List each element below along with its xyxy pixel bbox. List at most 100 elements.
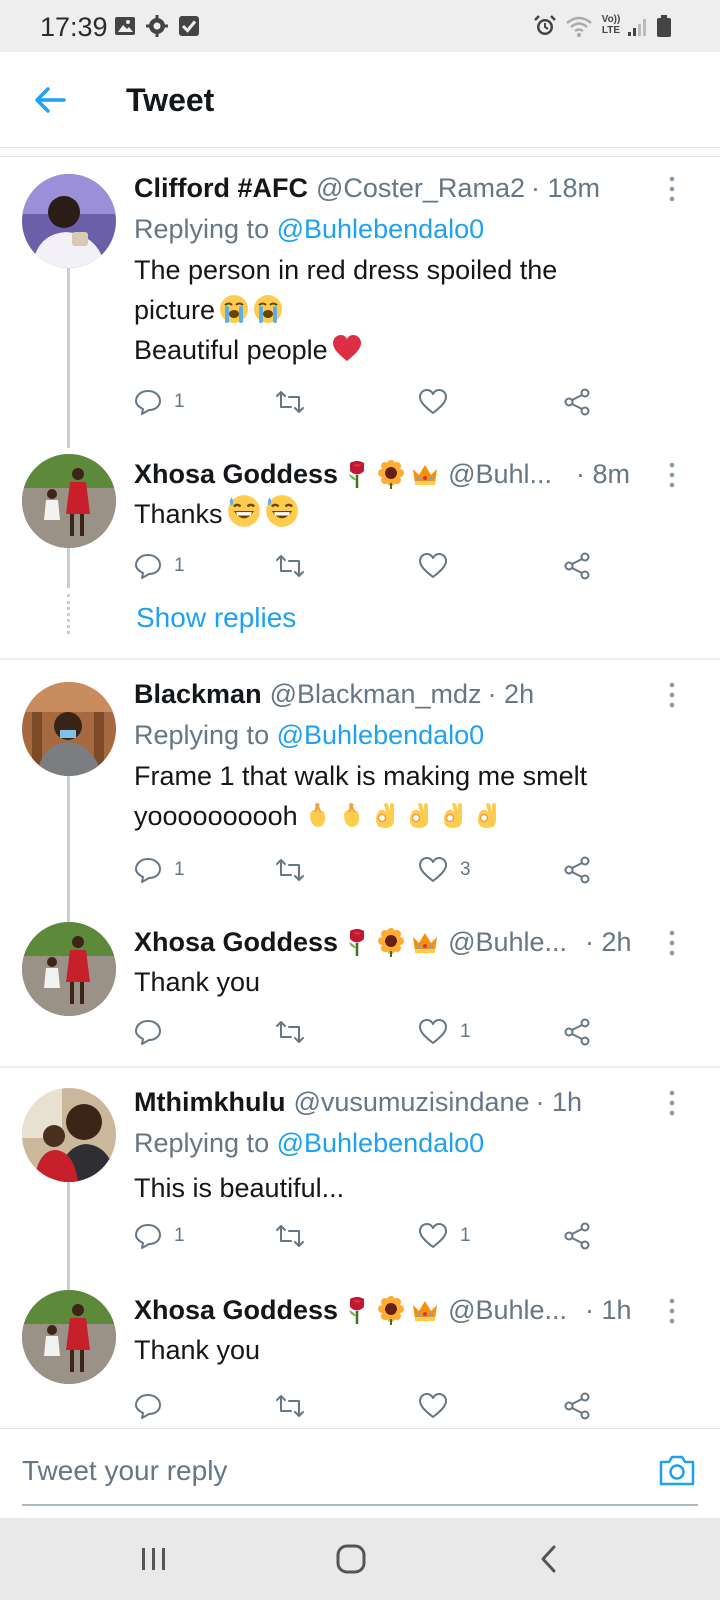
retweet-icon <box>276 1021 304 1043</box>
mention-link[interactable]: @Buhlebendalo0 <box>277 214 485 244</box>
like-button[interactable] <box>418 546 460 586</box>
share-button[interactable] <box>562 1386 592 1426</box>
network-label: Vo)) LTE <box>601 14 621 36</box>
author-handle[interactable]: @Blackman_mdz <box>270 679 482 710</box>
like-button[interactable]: 1 <box>418 1012 471 1052</box>
divider <box>0 1066 720 1068</box>
recent-apps-icon[interactable] <box>136 1542 172 1576</box>
more-options-icon[interactable] <box>660 174 684 204</box>
red-heart-icon <box>332 335 361 361</box>
tweet-time: · 1h <box>535 1086 583 1117</box>
tweet-text-line: Thanks <box>134 499 223 529</box>
tweet-thread-list[interactable]: Clifford #AFC @Coster_Rama2 · 18m Replyi… <box>0 148 720 1428</box>
share-icon <box>564 856 590 884</box>
share-button[interactable] <box>562 546 592 586</box>
tweet-actions <box>134 1386 614 1426</box>
reply-button[interactable] <box>134 1386 162 1426</box>
wifi-icon <box>566 16 592 37</box>
thread-line-dotted <box>67 594 70 634</box>
more-options-icon[interactable] <box>660 460 684 490</box>
crown-icon <box>413 1301 438 1321</box>
avatar[interactable] <box>22 1290 116 1384</box>
retweet-button[interactable] <box>274 546 318 586</box>
avatar[interactable] <box>22 922 116 1016</box>
reply-input[interactable]: Tweet your reply <box>22 1455 227 1487</box>
mention-link[interactable]: @Buhlebendalo0 <box>277 720 485 750</box>
tweet-actions: 1 3 <box>134 850 614 890</box>
author-name[interactable]: Xhosa Goddess <box>134 927 338 958</box>
author-name[interactable]: Clifford #AFC <box>134 173 308 204</box>
retweet-button[interactable] <box>274 1012 318 1052</box>
author-handle[interactable]: @Buhl... <box>448 459 552 490</box>
more-options-icon[interactable] <box>660 680 684 710</box>
like-button[interactable]: 1 <box>418 1216 471 1256</box>
status-time: 17:39 <box>40 12 108 42</box>
retweet-button[interactable] <box>274 382 318 422</box>
camera-icon[interactable] <box>658 1453 696 1487</box>
grinning-face-with-sweat-icon <box>227 495 260 527</box>
avatar[interactable] <box>22 1088 116 1182</box>
status-bar: 17:39 Vo)) LTE <box>0 0 720 52</box>
avatar[interactable] <box>22 174 116 268</box>
share-button[interactable] <box>562 1012 592 1052</box>
tweet-actions: 1 <box>134 382 614 422</box>
home-icon[interactable] <box>333 1542 369 1576</box>
reply-button[interactable] <box>134 1012 174 1052</box>
tweet-time: · 1h <box>585 1294 632 1325</box>
reply-icon <box>135 554 161 579</box>
share-button[interactable] <box>562 382 592 422</box>
sunflower-icon <box>378 928 405 957</box>
reply-button[interactable]: 1 <box>134 546 185 586</box>
avatar[interactable] <box>22 682 116 776</box>
author-handle[interactable]: @vusumuzisindane <box>293 1087 529 1118</box>
back-arrow-icon[interactable] <box>30 80 70 120</box>
show-replies-link[interactable]: Show replies <box>136 602 296 634</box>
signal-icon <box>628 19 646 36</box>
like-button[interactable] <box>418 1386 448 1426</box>
retweet-icon <box>276 391 304 413</box>
reply-button[interactable]: 1 <box>134 850 185 890</box>
tweet-header: Clifford #AFC @Coster_Rama2 · 18m <box>134 168 654 208</box>
share-button[interactable] <box>562 1216 592 1256</box>
more-options-icon[interactable] <box>660 1296 684 1326</box>
author-name[interactable]: Xhosa Goddess <box>134 1295 338 1326</box>
retweet-button[interactable] <box>274 850 318 890</box>
tweet-actions: 1 <box>134 1012 614 1052</box>
avatar[interactable] <box>22 454 116 548</box>
author-handle[interactable]: @Coster_Rama2 <box>316 173 525 204</box>
reply-count: 1 <box>174 1225 185 1246</box>
tweet-body: Xhosa Goddess @Buhl... · 8m Thanks <box>134 454 654 534</box>
tweet-text-line: Frame 1 that walk is making me smelt <box>134 761 588 791</box>
retweet-button[interactable] <box>274 1386 306 1426</box>
settings-gear-icon <box>146 15 168 37</box>
like-count: 1 <box>460 1021 471 1042</box>
mention-link[interactable]: @Buhlebendalo0 <box>277 1128 485 1158</box>
tweet-body: Xhosa Goddess @Buhle... · 1h Thank you <box>134 1290 654 1370</box>
share-button[interactable] <box>562 850 592 890</box>
heart-icon <box>419 389 447 414</box>
tweet-actions: 1 1 <box>134 1216 614 1256</box>
system-nav-bar <box>0 1518 720 1600</box>
author-name[interactable]: Xhosa Goddess <box>134 459 338 490</box>
author-handle[interactable]: @Buhle... <box>448 927 567 958</box>
battery-icon <box>657 15 671 37</box>
tweet-body: Mthimkhulu @vusumuzisindane · 1h Replyin… <box>134 1082 654 1208</box>
tweet-header: Mthimkhulu @vusumuzisindane · 1h <box>134 1082 654 1122</box>
like-button[interactable] <box>418 382 460 422</box>
more-options-icon[interactable] <box>660 1088 684 1118</box>
reply-button[interactable]: 1 <box>134 1216 185 1256</box>
author-name[interactable]: Mthimkhulu <box>134 1087 285 1118</box>
page-title: Tweet <box>126 82 215 118</box>
author-name[interactable]: Blackman <box>134 679 262 710</box>
more-options-icon[interactable] <box>660 928 684 958</box>
tweet-text: Frame 1 that walk is making me smelt yoo… <box>134 756 654 836</box>
author-handle[interactable]: @Buhle... <box>448 1295 567 1326</box>
like-button[interactable]: 3 <box>418 850 471 890</box>
reply-icon <box>135 1394 161 1419</box>
retweet-icon <box>276 1395 304 1417</box>
back-icon[interactable] <box>532 1542 568 1576</box>
reply-button[interactable]: 1 <box>134 382 185 422</box>
crown-icon <box>413 465 438 485</box>
retweet-button[interactable] <box>274 1216 318 1256</box>
thread-line <box>67 268 70 448</box>
